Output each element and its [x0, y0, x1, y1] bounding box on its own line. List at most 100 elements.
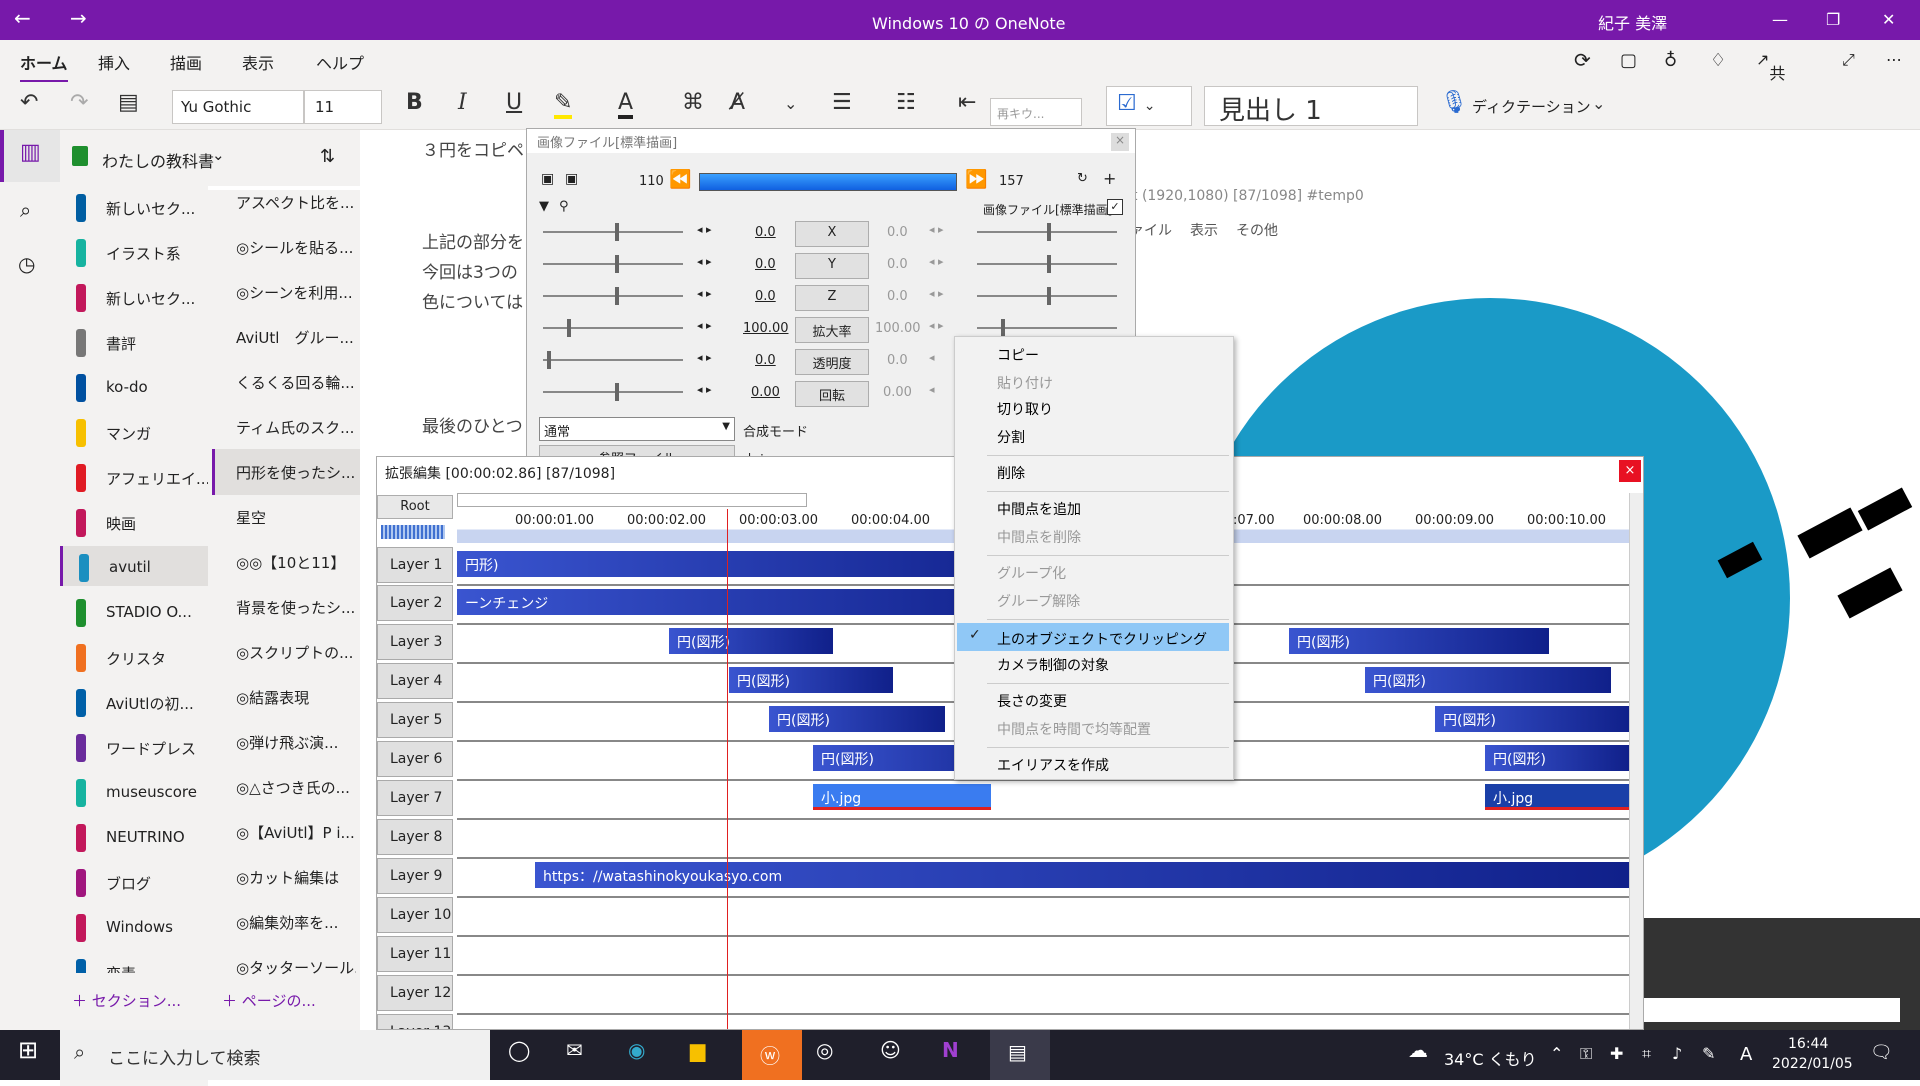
add-section-button[interactable]: ＋ セクション... [72, 990, 181, 1011]
page-item[interactable]: ◎シールを貼る... [236, 237, 356, 258]
more-icon[interactable]: ⋯ [1886, 50, 1902, 69]
chevron-up-icon[interactable]: ⌃ [1550, 1044, 1563, 1063]
menu-item-split[interactable]: 分割 [997, 427, 1025, 447]
stepper[interactable]: ◂ ▸ [697, 287, 712, 300]
section-item[interactable]: クリスタ [60, 636, 208, 676]
stepper[interactable]: ◂ ▸ [697, 319, 712, 332]
page-item[interactable]: くるくる回る輪... [236, 372, 356, 393]
hidden-button[interactable]: 再キウ... [990, 98, 1082, 126]
section-item[interactable]: ブログ [60, 861, 208, 901]
clip-image[interactable]: 小.jpg [1485, 784, 1629, 810]
menu-item-cut[interactable]: 切り取り [997, 399, 1053, 419]
underline-button[interactable]: U [506, 90, 522, 115]
section-item[interactable]: 書評 [60, 321, 208, 361]
frame-range-bar[interactable] [699, 173, 957, 191]
layer-label[interactable]: Layer 12 [377, 975, 453, 1011]
section-item[interactable]: NEUTRINO [60, 816, 208, 856]
menu-item-delete[interactable]: 削除 [997, 463, 1025, 483]
slider-handle[interactable] [615, 383, 619, 401]
tab-insert[interactable]: 挿入 [98, 50, 130, 74]
layer-label[interactable]: Layer 10 [377, 897, 453, 933]
numbered-list-icon[interactable]: ☷ [896, 90, 916, 115]
page-item[interactable]: ◎【AviUtl】P i... [236, 822, 356, 843]
page-item[interactable]: ◎弾け飛ぶ演... [236, 732, 356, 753]
chevron-down-icon[interactable]: ⌄ [784, 94, 797, 113]
stepper[interactable]: ◂ ▸ [929, 287, 944, 300]
layer-label[interactable]: Layer 2 [377, 585, 453, 621]
sync-icon[interactable]: ⟳ [1574, 48, 1591, 72]
page-item[interactable]: ◎編集効率を... [236, 912, 356, 933]
tab-draw[interactable]: 描画 [170, 50, 202, 74]
share-button[interactable]: ↗ 共有 [1756, 50, 1785, 107]
slider-handle[interactable] [1047, 223, 1051, 241]
stepper[interactable]: ◂ ▸ [697, 223, 712, 236]
stepper[interactable]: ◂ [929, 383, 935, 396]
notification-icon[interactable]: 🗨 [1870, 1042, 1893, 1063]
layer-label[interactable]: Layer 9 [377, 858, 453, 894]
menu-item-clip-above[interactable]: 上のオブジェクトでクリッピング [997, 629, 1207, 649]
clip-circle[interactable]: 円(図形) [769, 706, 945, 732]
section-item[interactable]: イラスト系 [60, 231, 208, 271]
menu-item-change-length[interactable]: 長さの変更 [997, 691, 1067, 711]
root-button[interactable]: Root [377, 495, 453, 519]
ime-indicator[interactable]: A [1740, 1044, 1752, 1065]
bell-icon[interactable]: ♢ [1710, 50, 1726, 71]
layer-label[interactable]: Layer 8 [377, 819, 453, 855]
clipboard-icon[interactable]: ▤ [118, 90, 139, 115]
param-opacity-button[interactable]: 透明度 [795, 349, 869, 375]
stepper[interactable]: ◂ ▸ [697, 351, 712, 364]
rewind-icon[interactable]: ⏪ [669, 169, 691, 190]
task-view-icon[interactable]: ◯ [508, 1038, 530, 1062]
user-name[interactable]: 紀子 美澤 [1598, 10, 1667, 34]
value-scale[interactable]: 100.00 [743, 321, 789, 336]
expand-icon[interactable]: ⤢ [1842, 50, 1855, 70]
notebook-header[interactable]: わたしの教科書 ⌄ ⇅ [60, 130, 360, 186]
section-item[interactable]: Windows [60, 906, 208, 946]
minimize-icon[interactable]: — [1772, 10, 1788, 29]
stepper[interactable]: ◂ [929, 351, 935, 364]
playhead[interactable] [727, 509, 728, 1029]
menu-item-copy[interactable]: コピー [997, 345, 1039, 365]
recent-icon[interactable]: ◷ [18, 252, 35, 276]
layer-label[interactable]: Layer 5 [377, 702, 453, 738]
edge-icon[interactable]: ◉ [628, 1038, 645, 1062]
font-name-field[interactable]: Yu Gothic [172, 90, 304, 124]
tray-icon[interactable]: ✚ [1610, 1044, 1623, 1063]
page-item[interactable]: 円形を使ったシ... [236, 462, 356, 483]
page-item[interactable]: ◎カット編集は [236, 867, 356, 888]
slider-handle[interactable] [615, 255, 619, 273]
microphone-icon[interactable]: 🎙 [1440, 90, 1468, 115]
weather-text[interactable]: 34°C くもり [1444, 1046, 1537, 1070]
dictation-label[interactable]: ディクテーション [1472, 96, 1591, 117]
value-z[interactable]: 0.0 [755, 289, 776, 304]
page-item[interactable]: ◎結露表現 [236, 687, 356, 708]
app-icon[interactable]: ◎ [816, 1038, 833, 1062]
preview-menu-other[interactable]: その他 [1236, 220, 1278, 240]
timeline-hscroll[interactable] [457, 493, 807, 507]
value-opacity-end[interactable]: 0.0 [887, 353, 908, 368]
page-item[interactable]: 星空 [236, 507, 356, 528]
section-item[interactable]: マンガ [60, 411, 208, 451]
add-effect-icon[interactable]: + [1103, 169, 1116, 188]
pen-icon[interactable]: ✎ [1702, 1044, 1715, 1063]
slider-handle[interactable] [547, 351, 551, 369]
bold-button[interactable]: B [406, 90, 423, 115]
slider-handle[interactable] [615, 223, 619, 241]
section-item[interactable]: 新しいセク... [60, 186, 208, 226]
param-rotation-button[interactable]: 回転 [795, 381, 869, 407]
todo-tag-button[interactable]: ☑ ⌄ [1106, 86, 1192, 126]
layer-label[interactable]: Layer 3 [377, 624, 453, 660]
param-z-button[interactable]: Z [795, 285, 869, 311]
maximize-icon[interactable]: ❐ [1826, 10, 1840, 29]
layer-label[interactable]: Layer 4 [377, 663, 453, 699]
clip-image[interactable]: 小.jpg [813, 784, 991, 810]
italic-button[interactable]: I [458, 90, 467, 115]
lightbulb-icon[interactable]: ♁ [1664, 50, 1677, 71]
undo-icon[interactable]: ↶ [20, 90, 38, 115]
param-scale-button[interactable]: 拡大率 [795, 317, 869, 343]
page-item[interactable]: ◎タッターソール... [236, 957, 356, 978]
blend-select[interactable]: 通常 ▼ [539, 417, 735, 441]
section-item[interactable]: 恋毒 [60, 951, 208, 973]
add-page-button[interactable]: ＋ ページの... [222, 990, 316, 1011]
lock-icon[interactable]: ⚲ [559, 199, 569, 214]
